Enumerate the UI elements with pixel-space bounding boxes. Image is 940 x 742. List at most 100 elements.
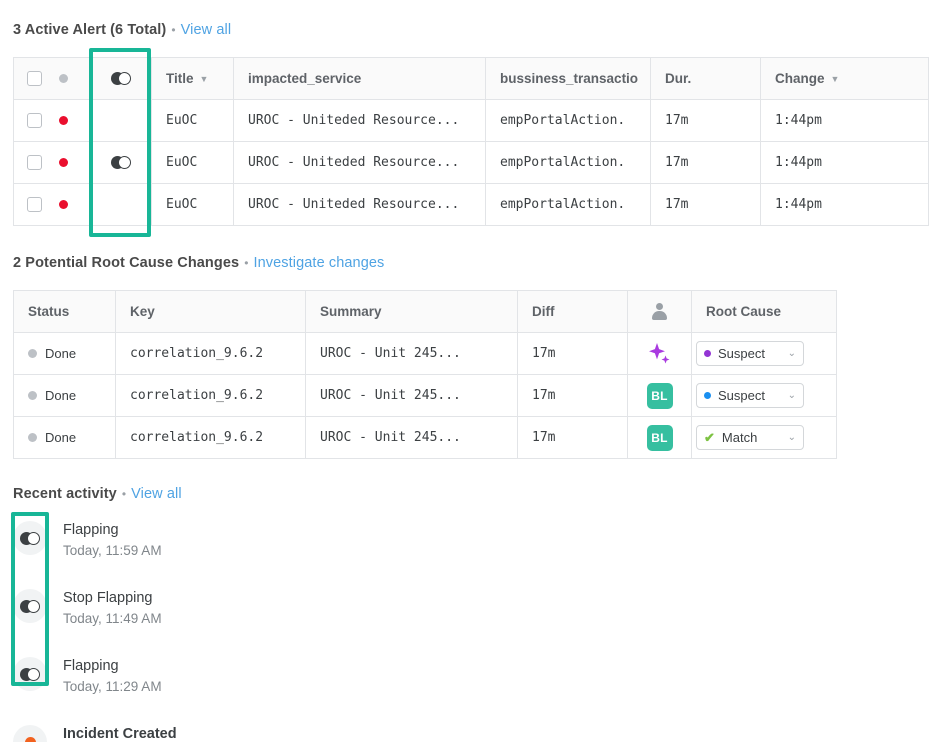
rc-summary-cell: UROC - Unit 245... [306,375,518,417]
dashboard-page: 3 Active Alert (6 Total) • View all [0,0,940,742]
select-all-checkbox[interactable] [27,71,42,86]
alert-flap-cell [90,100,152,142]
rc-status-text: Done [45,346,76,361]
status-dot-icon [28,349,37,358]
table-row[interactable]: EuOC UROC - Uniteded Resource... empPort… [14,100,929,142]
alert-select-cell [14,184,90,226]
flapping-icon[interactable] [111,156,131,169]
rc-key-cell[interactable]: correlation_9.6.2 [116,375,306,417]
rc-root-cause-cell: Suspect ⌄ [692,375,837,417]
alerts-duration-header[interactable]: Dur. [651,58,761,100]
rc-status-cell: Done [14,417,116,459]
alert-business-transaction-cell: empPortalAction. [486,100,651,142]
list-item[interactable]: Flapping Today, 11:59 AM [13,521,413,560]
table-row[interactable]: Done correlation_9.6.2 UROC - Unit 245..… [14,333,837,375]
alerts-impacted-service-label: impacted_service [248,71,361,86]
rc-diff-cell: 17m [518,333,628,375]
rc-status-header[interactable]: Status [14,291,116,333]
alerts-business-transaction-header[interactable]: bussiness_transactio [486,58,651,100]
list-item[interactable]: Flapping Today, 11:29 AM [13,657,413,696]
row-checkbox[interactable] [27,155,42,170]
recent-activity-view-all-link[interactable]: View all [131,486,182,502]
alerts-view-all-link[interactable]: View all [181,22,232,38]
rc-summary-header[interactable]: Summary [306,291,518,333]
rc-key-cell[interactable]: correlation_9.6.2 [116,333,306,375]
rc-key-cell[interactable]: correlation_9.6.2 [116,417,306,459]
alert-duration-cell: 17m [651,100,761,142]
root-cause-select[interactable]: Suspect ⌄ [696,383,804,408]
activity-text-group: Incident Created Today, 11:41 AM [63,725,177,742]
root-cause-header-row: Status Key Summary Diff Root Cause [14,291,837,333]
alerts-impacted-service-header[interactable]: impacted_service [234,58,486,100]
suspect-dot-icon [704,350,711,357]
list-item[interactable]: Stop Flapping Today, 11:49 AM [13,589,413,628]
alert-impacted-service-cell: UROC - Uniteded Resource... [234,184,486,226]
rc-key-header[interactable]: Key [116,291,306,333]
root-cause-select[interactable]: ✔ Match ⌄ [696,425,804,450]
row-checkbox[interactable] [27,197,42,212]
root-cause-section-header: 2 Potential Root Cause Changes • Investi… [13,255,384,271]
rc-status-group: Done [14,430,115,445]
alert-change-cell: 1:44pm [761,100,929,142]
rc-root-cause-header[interactable]: Root Cause [692,291,837,333]
orange-dot-icon [25,737,36,742]
alert-title-cell: EuOC [152,100,234,142]
table-row[interactable]: Done correlation_9.6.2 UROC - Unit 245..… [14,417,837,459]
status-dot-icon [28,433,37,442]
alerts-duration-label: Dur. [665,71,691,86]
rc-diff-header[interactable]: Diff [518,291,628,333]
alert-duration-cell: 17m [651,184,761,226]
severity-dot-icon [59,200,68,209]
alert-title-cell: EuOC [152,142,234,184]
activity-label: Stop Flapping [63,589,162,607]
alerts-table-header-row: Title ▼ impacted_service bussiness_transa… [14,58,929,100]
activity-icon-bubble [13,521,47,555]
alert-flap-cell [90,142,152,184]
rc-owner-cell [628,333,692,375]
rc-root-cause-cell: Suspect ⌄ [692,333,837,375]
alerts-change-header[interactable]: Change▼ [761,58,929,100]
alerts-section-title: 3 Active Alert (6 Total) [13,22,166,38]
activity-text-group: Flapping Today, 11:59 AM [63,521,162,560]
alert-change-cell: 1:44pm [761,184,929,226]
recent-activity-separator: • [122,487,126,501]
suspect-dot-icon [704,392,711,399]
alerts-business-transaction-label: bussiness_transactio [500,71,638,86]
alert-select-group [14,113,89,128]
activity-label: Flapping [63,521,162,539]
chevron-down-icon: ⌄ [788,432,796,443]
avatar[interactable]: BL [647,383,673,409]
alert-select-group [14,197,89,212]
chevron-down-icon: ▼ [200,74,209,84]
table-row[interactable]: EuOC UROC - Uniteded Resource... empPort… [14,184,929,226]
recent-activity-list: Flapping Today, 11:59 AM Stop Flapping T… [13,521,413,742]
alerts-title-header[interactable]: Title ▼ [152,58,234,100]
recent-activity-title: Recent activity [13,486,117,502]
investigate-changes-link[interactable]: Investigate changes [254,255,385,271]
activity-timestamp: Today, 11:29 AM [63,678,162,696]
row-checkbox[interactable] [27,113,42,128]
alert-select-cell [14,100,90,142]
alerts-section-header: 3 Active Alert (6 Total) • View all [13,22,231,38]
alerts-title-header-label: Title [166,71,194,86]
avatar[interactable]: BL [647,425,673,451]
check-icon: ✔ [704,430,715,446]
alerts-change-label: Change [775,71,825,86]
rc-owner-header [628,291,692,333]
rc-status-group: Done [14,346,115,361]
root-cause-table: Status Key Summary Diff Root Cause Done [13,290,837,459]
flapping-icon [20,532,40,545]
rc-summary-label: Summary [320,304,382,319]
list-item[interactable]: Incident Created Today, 11:41 AM [13,725,413,742]
activity-icon-bubble [13,657,47,691]
rc-root-cause-cell: ✔ Match ⌄ [692,417,837,459]
alert-select-group [14,155,89,170]
rc-status-cell: Done [14,333,116,375]
severity-dot-icon [59,116,68,125]
sparkle-icon [647,341,673,367]
alert-title-cell: EuOC [152,184,234,226]
root-cause-select[interactable]: Suspect ⌄ [696,341,804,366]
alert-impacted-service-cell: UROC - Uniteded Resource... [234,100,486,142]
table-row[interactable]: Done correlation_9.6.2 UROC - Unit 245..… [14,375,837,417]
table-row[interactable]: EuOC UROC - Uniteded Resource... empPort… [14,142,929,184]
